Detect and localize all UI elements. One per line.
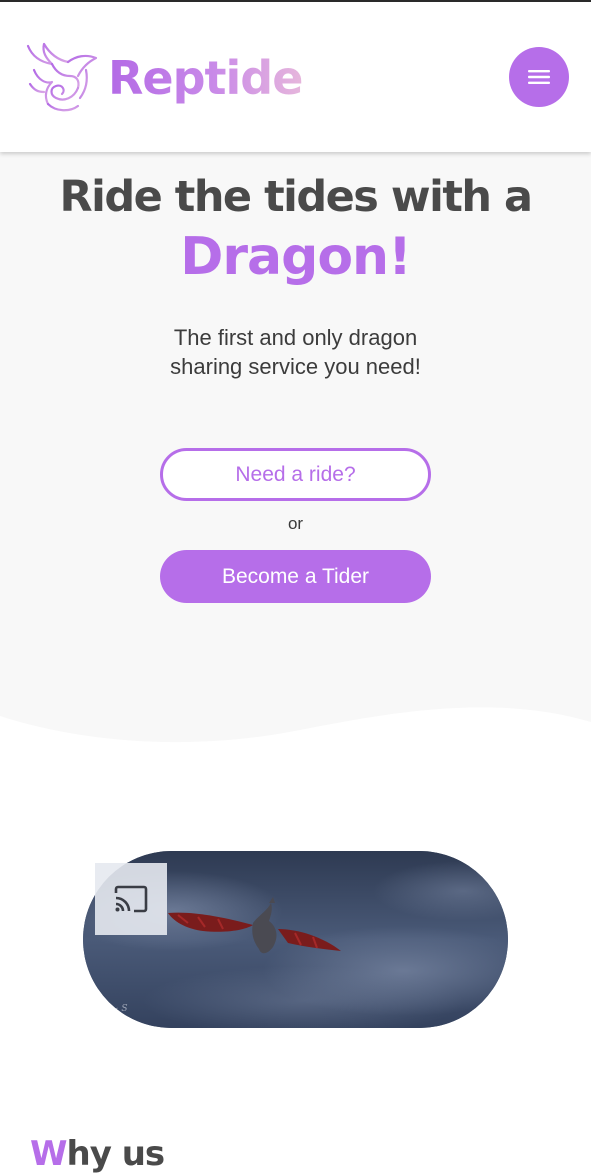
why-us-heading: Why us (30, 1134, 166, 1174)
cast-icon (114, 885, 148, 913)
menu-button[interactable] (509, 47, 569, 107)
become-a-tider-button[interactable]: Become a Tider (160, 550, 431, 603)
hamburger-menu-icon (528, 70, 550, 84)
dragon-logo-icon (26, 42, 98, 112)
why-us-rest: hy us (66, 1134, 166, 1174)
hero-headline-accent: Dragon! (180, 227, 412, 287)
why-us-accent-letter: W (30, 1134, 68, 1174)
site-header: Reptide (0, 2, 591, 152)
hero-subtitle: The first and only dragon sharing servic… (170, 325, 421, 379)
hero-wave-divider (0, 707, 591, 760)
need-a-ride-button[interactable]: Need a ride? (160, 448, 431, 501)
svg-text:~ S: ~ S (111, 1004, 128, 1014)
or-separator: or (287, 514, 304, 533)
hero-headline: Ride the tides with a (59, 172, 534, 222)
cast-button[interactable] (95, 863, 167, 935)
logo[interactable]: Reptide (22, 40, 303, 116)
brand-name: Reptide (108, 51, 303, 105)
